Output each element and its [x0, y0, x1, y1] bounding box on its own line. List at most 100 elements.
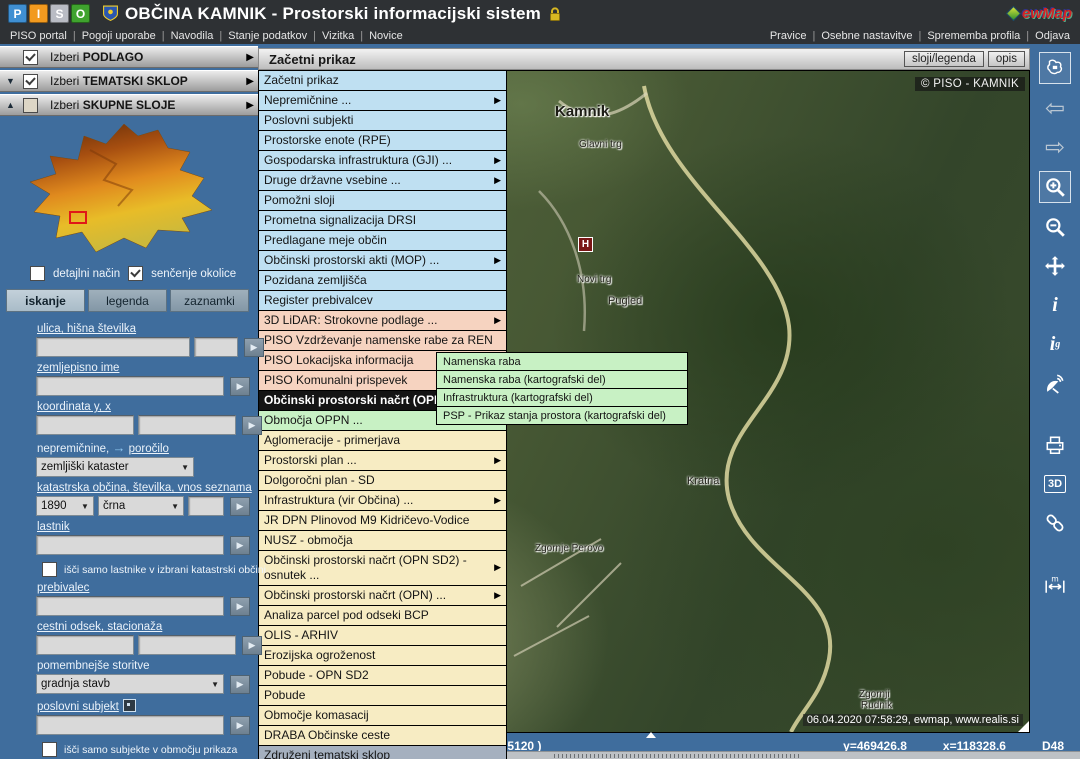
placename-input[interactable] [36, 376, 224, 396]
business-filter-checkbox[interactable] [42, 742, 57, 757]
expand-arrow-icon[interactable]: ▶ [246, 76, 254, 87]
menu-item[interactable]: Občinski prostorski akti (MOP) ...▶ [259, 251, 506, 271]
coordinate-search-button[interactable]: ▶ [242, 416, 262, 435]
menu-item[interactable]: Občinski prostorski načrt (OPN SD2) - os… [259, 551, 506, 586]
menu-item[interactable]: Prostorski plan ...▶ [259, 451, 506, 471]
menu-item[interactable]: Analiza parcel pod odseki BCP [259, 606, 506, 626]
menu-item[interactable]: Nepremičnine ...▶ [259, 91, 506, 111]
statusbar-collapse-handle[interactable] [646, 732, 656, 738]
menu-item[interactable]: Pobude - OPN SD2 [259, 666, 506, 686]
history-forward-icon[interactable]: ⇨ [1040, 132, 1070, 162]
coordinate-y-input[interactable] [36, 415, 134, 435]
submenu-item[interactable]: Infrastruktura (kartografski del) [437, 389, 687, 407]
business-search-button[interactable]: ▶ [230, 716, 250, 735]
nav-link[interactable]: Novice [369, 30, 403, 42]
municipality-overview-icon[interactable] [1039, 52, 1071, 84]
owner-search-button[interactable]: ▶ [230, 536, 250, 555]
services-select[interactable]: gradnja stavb ▼ [36, 674, 224, 694]
services-search-button[interactable]: ▶ [230, 675, 250, 694]
option-checkbox[interactable] [128, 266, 143, 281]
submenu-item[interactable]: PSP - Prikaz stanja prostora (kartografs… [437, 407, 687, 425]
section-checkbox[interactable] [23, 50, 38, 65]
menu-item[interactable]: Infrastruktura (vir Občina) ...▶ [259, 491, 506, 511]
parcel-search-button[interactable]: ▶ [230, 497, 250, 516]
tab-legenda[interactable]: legenda [88, 289, 167, 312]
ewmap-logo[interactable]: ewMap [1008, 5, 1072, 22]
permalink-icon[interactable] [1040, 508, 1070, 538]
map-resize-corner[interactable] [1018, 721, 1029, 732]
nav-link[interactable]: PISO portal [10, 30, 67, 42]
menu-item[interactable]: Poslovni subjekti [259, 111, 506, 131]
submenu-item[interactable]: Namenska raba [437, 353, 687, 371]
owner-filter-checkbox[interactable] [42, 562, 57, 577]
collapse-down-icon[interactable]: ▼ [4, 76, 17, 86]
history-back-icon[interactable]: ⇦ [1040, 93, 1070, 123]
menu-item[interactable]: Erozijska ogroženost [259, 646, 506, 666]
menu-item[interactable]: JR DPN Plinovod M9 Kidričevo-Vodice [259, 511, 506, 531]
zoom-out-icon[interactable] [1040, 212, 1070, 242]
cadastral-number-select[interactable]: 1890 ▼ [36, 496, 94, 516]
road-station-input[interactable] [138, 635, 236, 655]
pan-icon[interactable] [1040, 251, 1070, 281]
menu-item[interactable]: Začetni prikaz [259, 71, 506, 91]
expand-arrow-icon[interactable]: ▶ [246, 52, 254, 63]
menu-item[interactable]: Predlagane meje občin [259, 231, 506, 251]
road-section-input[interactable] [36, 635, 134, 655]
print-icon[interactable] [1040, 430, 1070, 460]
menu-item[interactable]: Območje komasacij [259, 706, 506, 726]
tab-zaznamki[interactable]: zaznamki [170, 289, 249, 312]
street-input[interactable] [36, 337, 190, 357]
menu-item[interactable]: Pomožni sloji [259, 191, 506, 211]
coordinate-x-input[interactable] [138, 415, 236, 435]
business-info-icon[interactable] [123, 699, 136, 712]
nav-link[interactable]: Navodila [171, 30, 214, 42]
menu-item[interactable]: Dolgoročni plan - SD [259, 471, 506, 491]
cadastral-name-select[interactable]: črna ▼ [98, 496, 184, 516]
menu-item[interactable]: Register prebivalcev [259, 291, 506, 311]
nav-link[interactable]: Pravice [770, 30, 807, 42]
section-checkbox[interactable] [23, 98, 38, 113]
menu-item[interactable]: NUSZ - območja [259, 531, 506, 551]
measure-icon[interactable]: m [1040, 570, 1070, 600]
collapse-up-icon[interactable]: ▲ [4, 100, 17, 110]
nav-link[interactable]: Osebne nastavitve [821, 30, 912, 42]
nav-link[interactable]: Pogoji uporabe [82, 30, 156, 42]
house-number-input[interactable] [194, 337, 238, 357]
gps-icon[interactable] [1040, 368, 1070, 398]
nav-link[interactable]: Odjava [1035, 30, 1070, 42]
menu-item[interactable]: Pozidana zemljišča [259, 271, 506, 291]
report-link[interactable]: poročilo [129, 443, 169, 455]
nav-link[interactable]: Stanje podatkov [228, 30, 307, 42]
sidebar-section-tematski-sklop[interactable]: ▼Izberi TEMATSKI SKLOP▶ [0, 70, 258, 92]
submenu-item[interactable]: Namenska raba (kartografski del) [437, 371, 687, 389]
nav-link[interactable]: Sprememba profila [927, 30, 1020, 42]
menu-item[interactable]: PISO Vzdrževanje namenske rabe za REN [259, 331, 506, 351]
menu-item[interactable]: Gospodarska infrastruktura (GJI) ...▶ [259, 151, 506, 171]
parcel-number-input[interactable] [188, 496, 224, 516]
info-icon[interactable]: i [1040, 290, 1070, 320]
description-button[interactable]: opis [988, 51, 1025, 67]
menu-item[interactable]: 3D LiDAR: Strokovne podlage ...▶ [259, 311, 506, 331]
group-info-icon[interactable]: ig [1040, 329, 1070, 359]
cadastre-type-select[interactable]: zemljiški kataster ▼ [36, 457, 194, 477]
view-3d-icon[interactable]: 3D [1040, 469, 1070, 499]
sidebar-section-podlago[interactable]: Izberi PODLAGO▶ [0, 46, 258, 68]
resident-search-button[interactable]: ▶ [230, 597, 250, 616]
menu-item[interactable]: Aglomeracije - primerjava [259, 431, 506, 451]
section-checkbox[interactable] [23, 74, 38, 89]
menu-item[interactable]: DRABA Občinske ceste [259, 726, 506, 746]
owner-input[interactable] [36, 535, 224, 555]
sidebar-section-skupne-sloje[interactable]: ▲Izberi SKUPNE SLOJE▶ [0, 94, 258, 116]
tab-iskanje[interactable]: iskanje [6, 289, 85, 312]
zoom-in-icon[interactable] [1039, 171, 1071, 203]
resident-input[interactable] [36, 596, 224, 616]
layers-legend-button[interactable]: sloji/legenda [904, 51, 984, 67]
menu-item[interactable]: Občinski prostorski načrt (OPN) ...▶ [259, 586, 506, 606]
expand-arrow-icon[interactable]: ▶ [246, 100, 254, 111]
menu-item[interactable]: Druge državne vsebine ...▶ [259, 171, 506, 191]
menu-item[interactable]: OLIS - ARHIV [259, 626, 506, 646]
municipality-3d-overview[interactable] [0, 120, 258, 262]
street-search-button[interactable]: ▶ [244, 338, 264, 357]
business-input[interactable] [36, 715, 224, 735]
piso-logo[interactable]: PISO [8, 4, 90, 23]
